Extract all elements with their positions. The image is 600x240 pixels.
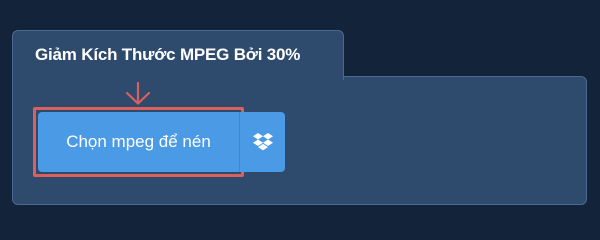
tab-title: Giảm Kích Thước MPEG Bởi 30% <box>35 45 301 64</box>
dropbox-icon <box>252 133 273 151</box>
dropbox-button[interactable] <box>239 112 285 172</box>
arrow-down-icon <box>125 82 151 105</box>
tab-joint <box>13 74 343 80</box>
choose-file-button[interactable]: Chọn mpeg để nén <box>38 112 239 172</box>
